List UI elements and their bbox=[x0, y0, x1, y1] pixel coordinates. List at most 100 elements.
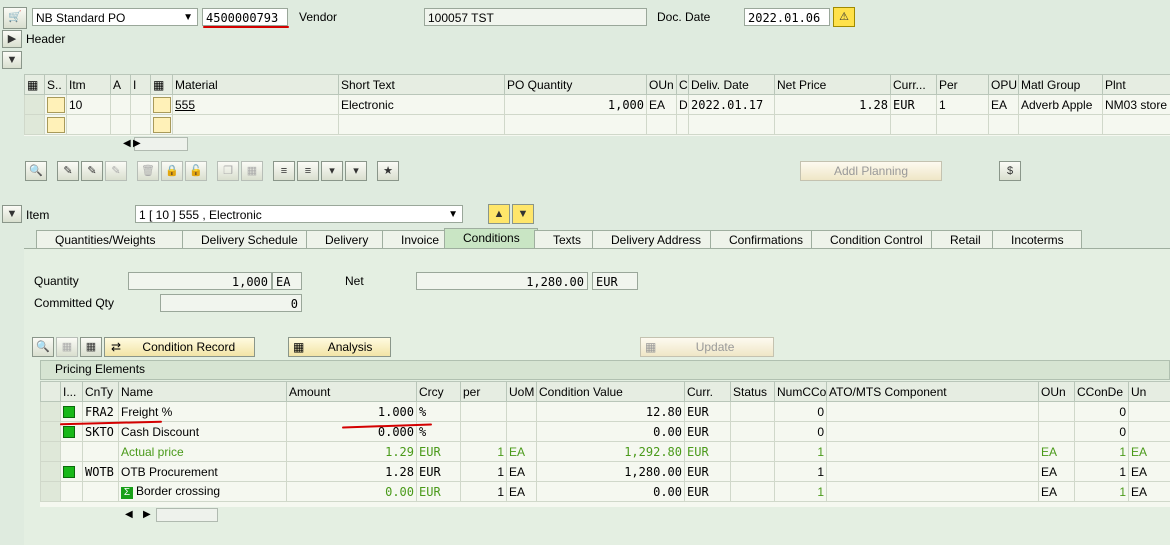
pricing-ccon-cell[interactable]: 1 bbox=[1075, 482, 1129, 502]
delete-icon[interactable]: 🗑 bbox=[137, 161, 159, 181]
table-settings-icon[interactable]: ▦ bbox=[25, 75, 45, 95]
tab-retail[interactable]: Retail bbox=[931, 230, 999, 248]
scroll-left-icon[interactable]: ◀ bbox=[123, 138, 131, 150]
filter-settings-icon[interactable]: ▾ bbox=[345, 161, 367, 181]
pricing-un-cell[interactable]: EA bbox=[1129, 462, 1170, 482]
po-number-field[interactable]: 4500000793 bbox=[202, 8, 288, 26]
col-header[interactable]: I... bbox=[61, 382, 83, 402]
pricing-amount-cell[interactable]: 0.00 bbox=[287, 482, 417, 502]
col-header[interactable]: OUn bbox=[1039, 382, 1075, 402]
col-header[interactable]: NumCCo bbox=[775, 382, 827, 402]
col-header[interactable]: Matl Group bbox=[1019, 75, 1103, 95]
pricing-per-cell[interactable]: 1 bbox=[461, 462, 507, 482]
col-header[interactable]: OUn bbox=[647, 75, 677, 95]
col-header[interactable]: Per bbox=[937, 75, 989, 95]
collapse-items-icon[interactable]: ▼ bbox=[2, 51, 22, 69]
status-cell[interactable] bbox=[45, 115, 67, 135]
pricing-ccon-cell[interactable]: 1 bbox=[1075, 462, 1129, 482]
col-header[interactable]: Short Text bbox=[339, 75, 505, 95]
price-cell[interactable]: 1.28 bbox=[775, 95, 891, 115]
col-header[interactable]: Status bbox=[731, 382, 775, 402]
col-header[interactable]: UoM bbox=[507, 382, 537, 402]
status-box[interactable] bbox=[47, 117, 65, 133]
next-item-icon[interactable]: ▼ bbox=[512, 204, 534, 224]
collapse-item-detail-icon[interactable]: ▼ bbox=[2, 205, 22, 223]
sort-desc-icon[interactable]: ≡ bbox=[297, 161, 319, 181]
pricing-oun-cell[interactable] bbox=[1039, 422, 1075, 442]
row-selector[interactable] bbox=[41, 462, 61, 482]
pricing-oun-cell[interactable]: EA bbox=[1039, 462, 1075, 482]
details-icon[interactable]: 🔍 bbox=[25, 161, 47, 181]
table-row[interactable]: WOTBOTB Procurement1.28EUR1EA1,280.00EUR… bbox=[41, 462, 1170, 482]
pricing-uom-cell[interactable] bbox=[507, 422, 537, 442]
pricing-value-cell[interactable]: 1,292.80 bbox=[537, 442, 685, 462]
tab-delivery[interactable]: Delivery bbox=[306, 230, 390, 248]
pricing-un-cell[interactable] bbox=[1129, 422, 1170, 442]
opu-cell[interactable]: EA bbox=[989, 95, 1019, 115]
pricing-crcy-cell[interactable]: EUR bbox=[417, 482, 461, 502]
pricing-status-cell[interactable] bbox=[731, 402, 775, 422]
status-box[interactable] bbox=[47, 97, 65, 113]
col-header[interactable]: I bbox=[131, 75, 151, 95]
pricing-curr-cell[interactable]: EUR bbox=[685, 482, 731, 502]
condition-details-icon[interactable]: 🔍 bbox=[32, 337, 54, 357]
cart-icon[interactable]: 🛒 bbox=[3, 7, 27, 29]
copy-item-icon[interactable]: ✎ bbox=[57, 161, 79, 181]
row-selector[interactable] bbox=[41, 402, 61, 422]
pricing-name-cell[interactable]: Freight % bbox=[119, 402, 287, 422]
pricing-ato-cell[interactable] bbox=[827, 482, 1039, 502]
doc-date-field[interactable]: 2022.01.06 bbox=[744, 8, 830, 26]
pricing-ccon-cell[interactable]: 0 bbox=[1075, 422, 1129, 442]
i-cell[interactable] bbox=[131, 95, 151, 115]
pricing-name-cell[interactable]: Cash Discount bbox=[119, 422, 287, 442]
pricing-ccon-cell[interactable]: 0 bbox=[1075, 402, 1129, 422]
pricing-status-cell[interactable] bbox=[731, 442, 775, 462]
pricing-amount-cell[interactable]: 1.000 bbox=[287, 402, 417, 422]
table-row[interactable] bbox=[25, 115, 1170, 135]
matl-group-cell[interactable]: Adverb Apple bbox=[1019, 95, 1103, 115]
pricing-numcco-cell[interactable]: 1 bbox=[775, 482, 827, 502]
pricing-simulation-icon[interactable]: $ bbox=[999, 161, 1021, 181]
material-cell[interactable]: 555 bbox=[173, 95, 339, 115]
pricing-curr-cell[interactable]: EUR bbox=[685, 402, 731, 422]
pricing-per-cell[interactable]: 1 bbox=[461, 482, 507, 502]
pricing-uom-cell[interactable]: EA bbox=[507, 462, 537, 482]
table-row[interactable]: FRA2Freight %1.000%12.80EUR00 bbox=[41, 402, 1170, 422]
pricing-cnty-cell[interactable]: FRA2 bbox=[83, 402, 119, 422]
col-header[interactable]: S.. bbox=[45, 75, 67, 95]
pricing-un-cell[interactable]: EA bbox=[1129, 442, 1170, 462]
pricing-cnty-cell[interactable]: WOTB bbox=[83, 462, 119, 482]
pricing-per-cell[interactable]: 1 bbox=[461, 442, 507, 462]
edit-item-icon[interactable]: ✎ bbox=[105, 161, 127, 181]
pricing-cnty-cell[interactable] bbox=[83, 482, 119, 502]
copy-icon[interactable]: ❐ bbox=[217, 161, 239, 181]
pricing-value-cell[interactable]: 12.80 bbox=[537, 402, 685, 422]
col-header[interactable]: per bbox=[461, 382, 507, 402]
col-header[interactable]: Condition Value bbox=[537, 382, 685, 402]
pricing-numcco-cell[interactable]: 0 bbox=[775, 402, 827, 422]
table-row[interactable]: SKTOCash Discount0.000%0.00EUR00 bbox=[41, 422, 1170, 442]
addl-planning-button[interactable]: Addl Planning bbox=[800, 161, 942, 181]
tab-incoterms[interactable]: Incoterms bbox=[992, 230, 1082, 248]
deliv-cell[interactable]: 2022.01.17 bbox=[689, 95, 775, 115]
pricing-oun-cell[interactable] bbox=[1039, 402, 1075, 422]
pricing-status-cell[interactable] bbox=[731, 462, 775, 482]
material-icon-cell[interactable] bbox=[151, 115, 173, 135]
table-row[interactable]: ΣBorder crossing0.00EUR1EA0.00EUR1EA1EA bbox=[41, 482, 1170, 502]
tab-condition-control[interactable]: Condition Control bbox=[811, 230, 941, 248]
row-selector[interactable] bbox=[25, 95, 45, 115]
col-header[interactable]: Un bbox=[1129, 382, 1170, 402]
col-header[interactable]: CConDe bbox=[1075, 382, 1129, 402]
pricing-name-cell[interactable]: Actual price bbox=[119, 442, 287, 462]
pricing-uom-cell[interactable]: EA bbox=[507, 442, 537, 462]
scroll-left-icon[interactable]: ◀ bbox=[125, 509, 133, 521]
pricing-value-cell[interactable]: 1,280.00 bbox=[537, 462, 685, 482]
row-selector[interactable] bbox=[41, 442, 61, 462]
col-header[interactable]: Curr... bbox=[891, 75, 937, 95]
col-header[interactable]: A bbox=[111, 75, 131, 95]
scroll-right-icon[interactable]: ▶ bbox=[143, 509, 151, 521]
col-header[interactable]: ATO/MTS Component bbox=[827, 382, 1039, 402]
lock-icon[interactable]: 🔒 bbox=[161, 161, 183, 181]
pricing-status-cell[interactable] bbox=[731, 482, 775, 502]
row-selector[interactable] bbox=[41, 482, 61, 502]
